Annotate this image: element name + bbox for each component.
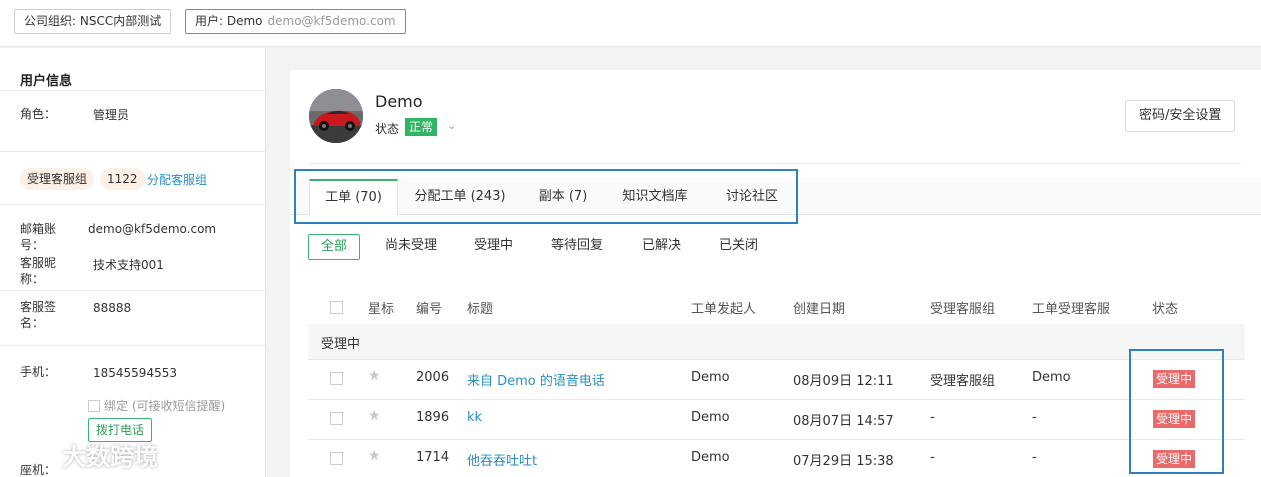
user-info-panel: 用户信息 角色： 管理员 受理客服组 1122 分配客服组 邮箱账号： demo…: [0, 48, 266, 477]
divider: [0, 151, 266, 152]
divider: [0, 345, 266, 346]
group-pill: 受理客服组: [20, 168, 95, 190]
row-divider: [308, 439, 1245, 440]
role-value: 管理员: [93, 108, 130, 122]
row-checkbox[interactable]: [330, 372, 343, 385]
ticket-assignee: -: [1032, 410, 1037, 425]
watermark-logo-icon: [12, 444, 56, 467]
header-created[interactable]: 创建日期: [793, 298, 845, 317]
filter-in-progress[interactable]: 受理中: [462, 234, 525, 260]
group-count-pill: 1122: [100, 168, 145, 190]
header-star[interactable]: 星标: [368, 298, 394, 317]
ticket-title-link[interactable]: 来自 Demo 的语音电话: [467, 370, 605, 389]
filter-awaiting-reply[interactable]: 等待回复: [539, 234, 615, 260]
user-tag-email: demo@kf5demo.com: [267, 14, 396, 28]
status-badge: 正常: [405, 118, 438, 136]
row-checkbox[interactable]: [330, 412, 343, 425]
divider: [309, 163, 1241, 164]
main-card: Demo 状态 正常 ⌄ 密码/安全设置 工单 (70) 分配工单 (243) …: [290, 70, 1261, 477]
ticket-requester: Demo: [691, 450, 730, 465]
filter-resolved[interactable]: 已解决: [630, 234, 693, 260]
watermark: 大数跨境: [8, 437, 158, 472]
ticket-group: 受理客服组: [930, 374, 996, 389]
role-label: 角色：: [20, 107, 57, 121]
divider: [0, 290, 266, 291]
ticket-created: 07月29日 15:38: [793, 454, 894, 469]
user-info-title: 用户信息: [20, 74, 73, 89]
header-assignee[interactable]: 工单受理客服: [1032, 298, 1110, 317]
tabs-highlight-box: [294, 169, 798, 224]
org-tag[interactable]: 公司组织: NSCC内部测试: [14, 9, 172, 34]
avatar[interactable]: [309, 89, 363, 143]
signature-value: 88888: [93, 301, 132, 315]
ticket-id: 1714: [416, 450, 450, 465]
ticket-group: -: [930, 410, 935, 425]
user-tag-label: 用户: Demo: [195, 14, 263, 28]
filter-unaccepted[interactable]: 尚未受理: [373, 234, 449, 260]
header-title[interactable]: 标题: [467, 298, 493, 317]
header-requester[interactable]: 工单发起人: [691, 298, 756, 317]
divider: [0, 204, 266, 205]
phone-value: 18545594553: [93, 366, 177, 380]
filter-all[interactable]: 全部: [308, 234, 361, 260]
row-divider: [308, 359, 1245, 360]
user-tag[interactable]: 用户: Demo demo@kf5demo.com: [185, 9, 406, 34]
top-bar: 公司组织: NSCC内部测试 用户: Demo demo@kf5demo.com: [0, 0, 1261, 47]
nickname-value: 技术支持001: [93, 258, 164, 272]
group-row-label: 受理中: [321, 337, 361, 352]
ticket-id: 1896: [416, 410, 450, 425]
profile-name: Demo: [375, 92, 423, 111]
bind-checkbox[interactable]: [88, 399, 100, 412]
ticket-title-link[interactable]: kk: [467, 410, 482, 425]
header-id[interactable]: 编号: [416, 298, 442, 317]
password-security-button[interactable]: 密码/安全设置: [1125, 100, 1236, 132]
header-status[interactable]: 状态: [1152, 298, 1178, 317]
status-highlight-box: [1129, 349, 1224, 474]
ticket-group: -: [930, 450, 935, 465]
email-value: demo@kf5demo.com: [88, 222, 217, 236]
status-label: 状态: [375, 122, 400, 136]
signature-label: 客服签名：: [20, 300, 57, 330]
star-icon[interactable]: ★: [368, 448, 381, 464]
ticket-created: 08月09日 12:11: [793, 374, 894, 389]
ticket-requester: Demo: [691, 370, 730, 385]
avatar-car-image: [309, 89, 363, 143]
ticket-assignee: Demo: [1032, 370, 1071, 385]
star-icon[interactable]: ★: [368, 368, 381, 384]
ticket-id: 2006: [416, 370, 450, 385]
phone-label: 手机：: [20, 365, 57, 379]
group-row: 受理中: [308, 324, 1245, 359]
filter-closed[interactable]: 已关闭: [707, 234, 770, 260]
header-group[interactable]: 受理客服组: [930, 298, 995, 317]
assign-group-link[interactable]: 分配客服组: [147, 171, 207, 188]
email-label: 邮箱账号：: [20, 222, 57, 252]
watermark-text: 大数跨境: [62, 443, 158, 471]
chevron-down-icon[interactable]: ⌄: [447, 119, 456, 132]
row-divider: [308, 399, 1245, 400]
divider: [0, 90, 266, 91]
ticket-created: 08月07日 14:57: [793, 414, 894, 429]
bind-sms-option[interactable]: 绑定 (可接收短信提醒): [88, 397, 225, 414]
select-all-checkbox[interactable]: [330, 301, 343, 314]
ticket-title-link[interactable]: 他吞吞吐吐t: [467, 450, 537, 469]
bind-label: 绑定 (可接收短信提醒): [104, 399, 226, 413]
row-checkbox[interactable]: [330, 452, 343, 465]
star-icon[interactable]: ★: [368, 408, 381, 424]
ticket-assignee: -: [1032, 450, 1037, 465]
nickname-label: 客服昵称：: [20, 256, 57, 286]
ticket-requester: Demo: [691, 410, 730, 425]
